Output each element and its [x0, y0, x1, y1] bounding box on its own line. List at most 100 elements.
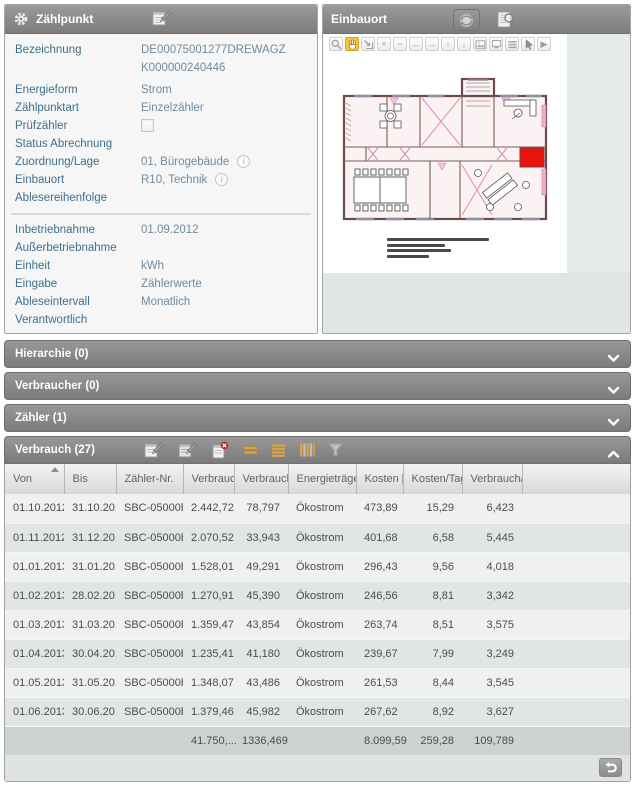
table-footer [5, 755, 630, 781]
panel-title: Einbauort [331, 12, 387, 26]
field-value-text: Einzelzähler [141, 99, 204, 117]
cell: Ökostrom [288, 697, 356, 726]
cell-filler [522, 697, 630, 726]
layers-icon[interactable] [505, 37, 519, 51]
cell: Ökostrom [288, 581, 356, 610]
field-group-top: BezeichnungDE00075001277DREWAGZK00000024… [5, 41, 317, 207]
map-background [323, 273, 630, 333]
cell: 8,51 [403, 610, 462, 639]
cell: 246,56 [356, 581, 403, 610]
pan-up-icon[interactable]: ↑ [441, 37, 455, 51]
pan-icon[interactable] [345, 37, 359, 51]
filter-icon[interactable] [328, 443, 343, 457]
field-value-text: kWh [141, 257, 164, 275]
pan-right-icon[interactable]: → [425, 37, 439, 51]
section-bar-3[interactable]: Zähler (1) [4, 404, 631, 432]
cell: 01.05.2013 [5, 668, 64, 697]
refresh-sphere-icon[interactable] [453, 9, 480, 31]
section-bar-1[interactable]: Hierarchie (0) [4, 340, 631, 368]
chevron-up-icon[interactable] [607, 446, 620, 464]
cell: 5,445 [462, 523, 522, 552]
cell: 267,62 [356, 697, 403, 726]
field-label: Einbauort [15, 171, 141, 189]
zoom-extent-icon[interactable] [361, 37, 375, 51]
two-bars-view-icon[interactable] [243, 443, 258, 457]
cell: 31.12.2012 [64, 523, 116, 552]
column-header-8[interactable]: Kosten/Tag [ [403, 464, 462, 494]
cell-filler [522, 523, 630, 552]
cell: 1.348,070 [183, 668, 234, 697]
forward-icon[interactable]: ▶ [537, 37, 551, 51]
verbrauch-table-wrap: VonBisZähler-Nr.VerbrauchVerbrauch/TEner… [4, 464, 631, 782]
field-label: Verantwortlich [15, 311, 141, 329]
zoom-out-icon[interactable]: − [393, 37, 407, 51]
info-icon[interactable]: i [215, 173, 228, 186]
column-header-9[interactable]: Verbrauch/m [462, 464, 522, 494]
cell-filler [522, 552, 630, 581]
table-row[interactable]: 01.06.201330.06.2013SBC-05000b...1.379,4… [5, 697, 630, 726]
table-row[interactable]: 01.02.201328.02.2013SBC-05000b...1.270,9… [5, 581, 630, 610]
field-row: Status Abrechnung [5, 135, 317, 153]
cell: 3,545 [462, 668, 522, 697]
totals-cell: 8.099,59 [356, 726, 403, 755]
table-row[interactable]: 01.01.201331.01.2013SBC-05000b...1.528,0… [5, 552, 630, 581]
verbrauch-header[interactable]: Verbrauch (27) [4, 436, 631, 464]
edit-icon[interactable] [143, 441, 164, 460]
zaehlpunkt-header: Zählpunkt [5, 5, 317, 34]
delete-icon[interactable] [211, 441, 230, 460]
bar-chart-icon[interactable] [299, 443, 315, 457]
section-bar-2[interactable]: Verbraucher (0) [4, 372, 631, 400]
section-title: Verbrauch (27) [15, 444, 143, 456]
edit-icon[interactable] [151, 9, 172, 28]
info-icon[interactable]: i [237, 155, 250, 168]
select-icon[interactable] [521, 37, 535, 51]
divider [11, 213, 311, 215]
pan-down-icon[interactable]: ↓ [457, 37, 471, 51]
column-header-3[interactable]: Zähler-Nr. [116, 464, 183, 494]
table-row[interactable]: 01.11.201231.12.2012SBC-05000b...2.070,5… [5, 523, 630, 552]
document-search-icon[interactable] [495, 10, 517, 30]
pan-left-icon[interactable]: ← [409, 37, 423, 51]
fit-screen-icon[interactable] [489, 37, 503, 51]
full-extent-icon[interactable] [473, 37, 487, 51]
zaehlpunkt-panel: Zählpunkt BezeichnungDE00075001277DREWAG… [4, 4, 318, 334]
cell: 401,68 [356, 523, 403, 552]
verbrauch-table: VonBisZähler-Nr.VerbrauchVerbrauch/TEner… [5, 464, 630, 755]
column-header-4[interactable]: Verbrauch [183, 464, 234, 494]
cell: 3,342 [462, 581, 522, 610]
column-header-2[interactable]: Bis [64, 464, 116, 494]
cell: 01.10.2012 [5, 494, 64, 523]
gear-icon [14, 12, 28, 26]
floor-plan-viewport[interactable]: +−←→↑↓ ▶ [323, 34, 630, 333]
cell: SBC-05000b... [116, 552, 183, 581]
column-header-7[interactable]: Kosten [€] [356, 464, 403, 494]
totals-cell [64, 726, 116, 755]
einbauort-panel: Einbauort +−←→↑↓ ▶ [322, 4, 631, 334]
field-value-text: R10, Technik [141, 171, 207, 189]
zoom-window-icon[interactable] [329, 37, 343, 51]
list-view-icon[interactable] [271, 443, 286, 457]
zoom-in-icon[interactable]: + [377, 37, 391, 51]
cell: 01.02.2013 [5, 581, 64, 610]
cell: SBC-05000b... [116, 639, 183, 668]
undo-icon[interactable] [599, 758, 622, 777]
cell: SBC-05000b... [116, 581, 183, 610]
cell: 2.070,520 [183, 523, 234, 552]
field-value-text: Strom [141, 81, 172, 99]
table-row[interactable]: 01.10.201231.10.2012SBC-05000b...2.442,7… [5, 494, 630, 523]
table-row[interactable]: 01.03.201331.03.2013SBC-05000b...1.359,4… [5, 610, 630, 639]
column-header-1[interactable]: Von [5, 464, 64, 494]
field-row: EinbauortR10, Technik i [5, 171, 317, 189]
field-label: Energieform [15, 81, 141, 99]
column-header-6[interactable]: Energieträger [288, 464, 356, 494]
cell: SBC-05000b... [116, 523, 183, 552]
column-header-5[interactable]: Verbrauch/T [234, 464, 288, 494]
cell: Ökostrom [288, 610, 356, 639]
table-row[interactable]: 01.04.201330.04.2013SBC-05000b...1.235,4… [5, 639, 630, 668]
table-row[interactable]: 01.05.201331.05.2013SBC-05000b...1.348,0… [5, 668, 630, 697]
field-row: EingabeZählerwerte [5, 275, 317, 293]
cell: 78,797 [234, 494, 288, 523]
field-value: R10, Technik i [141, 171, 307, 189]
edit-all-icon[interactable] [177, 441, 198, 460]
pruefzaehler-checkbox[interactable] [141, 119, 154, 132]
